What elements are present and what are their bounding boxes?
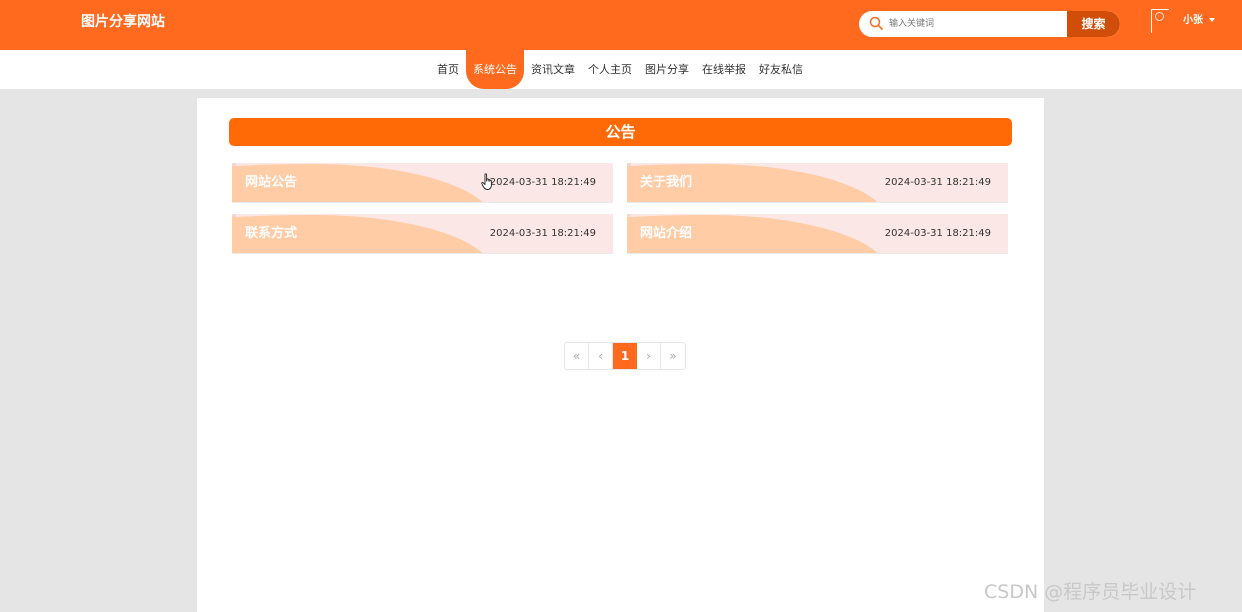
first-page-button[interactable]: « xyxy=(565,343,589,369)
nav-item-profile[interactable]: 个人主页 xyxy=(584,50,636,89)
chevron-down-icon[interactable] xyxy=(1209,18,1215,22)
notice-card[interactable]: 关于我们 2024-03-31 18:21:49 xyxy=(627,163,1008,203)
search-box: 搜索 xyxy=(859,11,1120,37)
notice-title: 关于我们 xyxy=(640,175,693,190)
avatar[interactable] xyxy=(1151,9,1169,33)
user-name[interactable]: 小张 xyxy=(1183,15,1203,27)
watermark: CSDN @程序员毕业设计 xyxy=(984,581,1197,603)
search-input[interactable] xyxy=(889,14,1065,34)
notice-card[interactable]: 网站公告 2024-03-31 18:21:49 xyxy=(232,163,613,203)
nav-item-announcements[interactable]: 系统公告 xyxy=(466,50,524,89)
section-title: 公告 xyxy=(229,118,1012,146)
last-page-button[interactable]: » xyxy=(661,343,685,369)
prev-page-button[interactable]: ‹ xyxy=(589,343,613,369)
notice-date: 2024-03-31 18:21:49 xyxy=(489,228,596,239)
main-nav: 首页 系统公告 资讯文章 个人主页 图片分享 在线举报 好友私信 xyxy=(0,50,1242,89)
notice-title: 网站公告 xyxy=(245,175,298,190)
search-icon xyxy=(869,16,883,30)
site-title[interactable]: 图片分享网站 xyxy=(81,13,165,31)
nav-item-home[interactable]: 首页 xyxy=(432,50,464,89)
notice-card[interactable]: 网站介绍 2024-03-31 18:21:49 xyxy=(627,214,1008,254)
hand-pointer-icon xyxy=(481,173,492,190)
nav-item-articles[interactable]: 资讯文章 xyxy=(527,50,579,89)
notice-title: 网站介绍 xyxy=(640,226,693,241)
pagination: « ‹ 1 › » xyxy=(564,342,686,370)
broken-image-icon xyxy=(1155,12,1164,21)
top-header: 图片分享网站 搜索 小张 xyxy=(0,0,1242,50)
notice-date: 2024-03-31 18:21:49 xyxy=(489,177,596,188)
nav-item-messages[interactable]: 好友私信 xyxy=(755,50,807,89)
nav-item-report[interactable]: 在线举报 xyxy=(698,50,750,89)
nav-item-image-share[interactable]: 图片分享 xyxy=(641,50,693,89)
notice-date: 2024-03-31 18:21:49 xyxy=(884,228,991,239)
notice-card[interactable]: 联系方式 2024-03-31 18:21:49 xyxy=(232,214,613,254)
notice-title: 联系方式 xyxy=(245,226,298,241)
next-page-button[interactable]: › xyxy=(637,343,661,369)
page-number-current[interactable]: 1 xyxy=(613,343,637,369)
search-button[interactable]: 搜索 xyxy=(1067,11,1120,37)
notice-date: 2024-03-31 18:21:49 xyxy=(884,177,991,188)
